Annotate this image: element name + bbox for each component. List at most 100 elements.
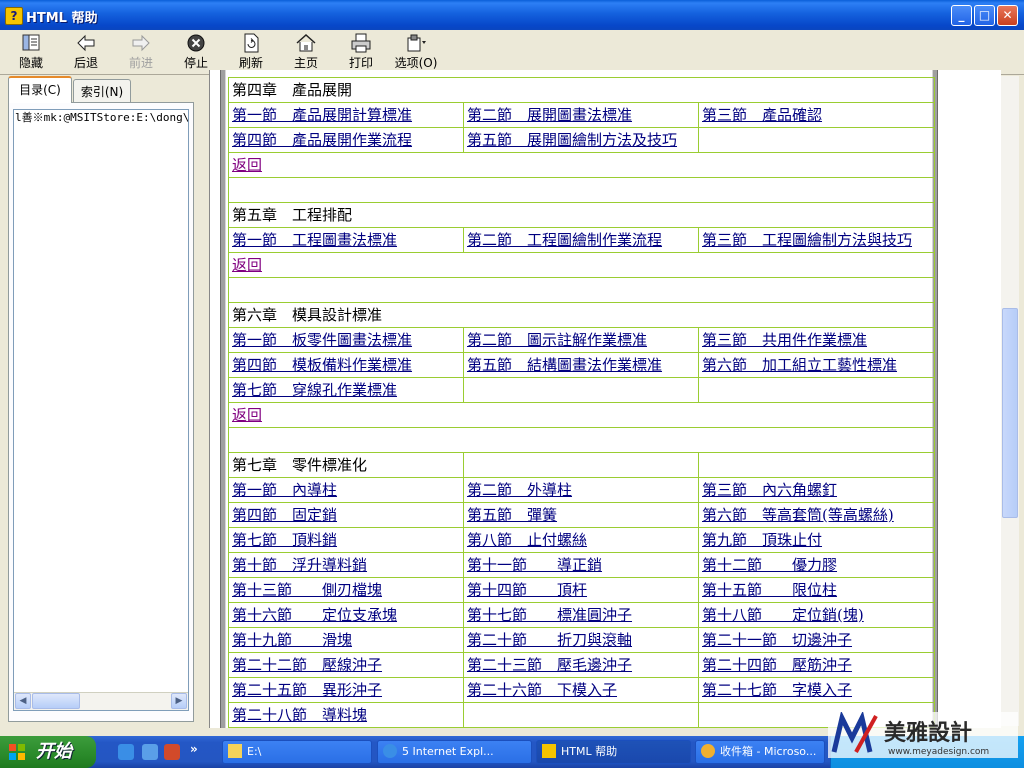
section-link[interactable]: 第十二節 優力膠 bbox=[697, 552, 936, 578]
section-link[interactable]: 第四節 固定銷 bbox=[228, 502, 464, 528]
section-link[interactable]: 第十一節 導正銷 bbox=[463, 552, 699, 578]
forward-label: 前进 bbox=[128, 56, 153, 70]
back-label: 后退 bbox=[73, 56, 98, 70]
section-link[interactable]: 第二十八節 導料塊 bbox=[228, 702, 464, 728]
horizontal-scrollbar[interactable]: ◀ ▶ bbox=[14, 692, 188, 710]
ie-quicklaunch-icon[interactable] bbox=[118, 744, 134, 760]
frame-border-left[interactable] bbox=[220, 70, 226, 728]
section-link[interactable]: 第二十四節 壓筋沖子 bbox=[697, 652, 936, 678]
start-label: 开始 bbox=[36, 741, 72, 762]
home-label: 主页 bbox=[293, 56, 318, 70]
back-link[interactable]: 返回 bbox=[227, 152, 936, 178]
section-link[interactable]: 第一節 工程圖畫法標准 bbox=[228, 227, 464, 253]
section-row: 第十三節 側刃檔塊 第十四節 頂杆 第十五節 限位柱 bbox=[228, 577, 936, 603]
print-label: 打印 bbox=[348, 56, 373, 70]
desktop-quicklaunch-icon[interactable] bbox=[142, 744, 158, 760]
stop-button[interactable]: 停止 bbox=[170, 33, 222, 71]
section-link[interactable]: 第五節 展開圖繪制方法及技巧 bbox=[463, 127, 699, 153]
print-button[interactable]: 打印 bbox=[335, 33, 387, 71]
back-link[interactable]: 返回 bbox=[227, 252, 936, 278]
empty-cell bbox=[463, 452, 699, 478]
media-quicklaunch-icon[interactable] bbox=[164, 744, 180, 760]
back-link[interactable]: 返回 bbox=[227, 402, 936, 428]
taskbar-item-explorer[interactable]: E:\ bbox=[222, 740, 372, 764]
taskbar-item-html-help[interactable]: HTML 帮助 bbox=[536, 740, 691, 764]
back-button[interactable]: 后退 bbox=[60, 33, 112, 71]
section-link[interactable]: 第二十節 折刀與滾軸 bbox=[463, 627, 699, 653]
folder-icon bbox=[228, 744, 242, 758]
maximize-button[interactable]: □ bbox=[974, 5, 995, 26]
taskbar-item-label: 收件箱 - Microso... bbox=[720, 745, 817, 758]
vertical-scroll-thumb[interactable] bbox=[1002, 308, 1018, 518]
taskbar-item-outlook[interactable]: 收件箱 - Microso... bbox=[695, 740, 825, 764]
tab-index[interactable]: 索引(N) bbox=[73, 79, 131, 102]
section-link[interactable]: 第一節 內導柱 bbox=[228, 477, 464, 503]
section-link[interactable]: 第二節 展開圖畫法標准 bbox=[463, 102, 699, 128]
section-link[interactable]: 第六節 加工組立工藝性標准 bbox=[697, 352, 936, 378]
section-link[interactable]: 第二十二節 壓線沖子 bbox=[228, 652, 464, 678]
section-link[interactable]: 第一節 產品展開計算標准 bbox=[228, 102, 464, 128]
home-button[interactable]: 主页 bbox=[280, 33, 332, 71]
section-link[interactable]: 第三節 共用件作業標准 bbox=[697, 327, 936, 353]
forward-arrow-icon bbox=[132, 34, 150, 52]
options-button[interactable]: 选项(O) bbox=[390, 33, 442, 71]
contents-panel: l善※mk:@MSITStore:E:\dong\快| ◀ ▶ bbox=[8, 102, 194, 722]
section-link[interactable]: 第二十一節 切邊沖子 bbox=[697, 627, 936, 653]
section-link[interactable]: 第十六節 定位支承塊 bbox=[228, 602, 464, 628]
section-link[interactable]: 第十三節 側刃檔塊 bbox=[228, 577, 464, 603]
chapter-table: 第四章 產品展開 第一節 產品展開計算標准 第二節 展開圖畫法標准 第三節 產品確認第… bbox=[227, 77, 936, 728]
section-link[interactable]: 第六節 等高套筒(等高螺絲) bbox=[697, 502, 936, 528]
pane-splitter[interactable] bbox=[197, 76, 209, 726]
section-link[interactable]: 第七節 頂料銷 bbox=[228, 527, 464, 553]
chapter-title: 第四章 產品展開 bbox=[227, 77, 936, 103]
watermark-brand: 美雅設計 bbox=[884, 720, 972, 746]
tab-contents[interactable]: 目录(C) bbox=[8, 76, 72, 103]
contents-tree[interactable]: l善※mk:@MSITStore:E:\dong\快| ◀ ▶ bbox=[13, 109, 189, 711]
options-label: 选项(O) bbox=[394, 56, 438, 70]
stop-label: 停止 bbox=[183, 56, 208, 70]
section-link[interactable]: 第四節 模板備料作業標准 bbox=[228, 352, 464, 378]
section-link[interactable]: 第二十七節 字模入子 bbox=[697, 677, 936, 703]
taskbar-item-label: HTML 帮助 bbox=[561, 745, 618, 758]
section-link[interactable]: 第十四節 頂杆 bbox=[463, 577, 699, 603]
section-link[interactable]: 第五節 結構圖畫法作業標准 bbox=[463, 352, 699, 378]
section-link[interactable]: 第二十五節 異形沖子 bbox=[228, 677, 464, 703]
section-link[interactable]: 第十九節 滑塊 bbox=[228, 627, 464, 653]
start-button[interactable]: 开始 bbox=[0, 736, 96, 768]
section-link[interactable]: 第三節 產品確認 bbox=[697, 102, 936, 128]
section-link[interactable]: 第二節 外導柱 bbox=[463, 477, 699, 503]
spacer-row bbox=[227, 177, 936, 203]
scroll-right-icon[interactable]: ▶ bbox=[171, 693, 187, 709]
section-link[interactable]: 第十節 浮升導料銷 bbox=[228, 552, 464, 578]
close-button[interactable]: ✕ bbox=[997, 5, 1018, 26]
forward-button[interactable]: 前进 bbox=[115, 33, 167, 71]
section-link[interactable]: 第十八節 定位銷(塊) bbox=[697, 602, 936, 628]
toolbar: 隐藏 后退 前进 停止 刷新 主页 打印 选项(O) bbox=[0, 30, 1024, 75]
hide-button[interactable]: 隐藏 bbox=[5, 33, 57, 71]
section-link[interactable]: 第一節 板零件圖畫法標准 bbox=[228, 327, 464, 353]
scroll-left-icon[interactable]: ◀ bbox=[15, 693, 31, 709]
section-link[interactable]: 第四節 產品展開作業流程 bbox=[228, 127, 464, 153]
section-link[interactable]: 第三節 工程圖繪制方法與技巧 bbox=[697, 227, 936, 253]
section-link[interactable]: 第五節 彈簧 bbox=[463, 502, 699, 528]
section-link[interactable]: 第二十三節 壓毛邊沖子 bbox=[463, 652, 699, 678]
chapter-title: 第七章 零件標准化 bbox=[228, 452, 464, 478]
tree-item[interactable]: l善※mk:@MSITStore:E:\dong\快| bbox=[14, 110, 188, 126]
section-link[interactable]: 第三節 內六角螺釘 bbox=[697, 477, 936, 503]
section-link[interactable]: 第七節 穿線孔作業標准 bbox=[228, 377, 464, 403]
section-link[interactable]: 第八節 止付螺絲 bbox=[463, 527, 699, 553]
refresh-button[interactable]: 刷新 bbox=[225, 33, 277, 71]
taskbar-item-ie[interactable]: 5 Internet Expl... bbox=[377, 740, 532, 764]
chapter-title-row: 第五章 工程排配 bbox=[227, 202, 936, 228]
section-link[interactable]: 第九節 頂珠止付 bbox=[697, 527, 936, 553]
section-link[interactable]: 第二十六節 下模入子 bbox=[463, 677, 699, 703]
chevron-right-icon[interactable]: » bbox=[190, 742, 206, 758]
minimize-button[interactable]: _ bbox=[951, 5, 972, 26]
section-link[interactable]: 第二節 圖示註解作業標准 bbox=[463, 327, 699, 353]
chapter-title: 第六章 模具設計標准 bbox=[227, 302, 936, 328]
section-link[interactable]: 第二節 工程圖繪制作業流程 bbox=[463, 227, 699, 253]
scroll-thumb[interactable] bbox=[32, 693, 80, 709]
section-link[interactable]: 第十七節 標准圓沖子 bbox=[463, 602, 699, 628]
section-link[interactable]: 第十五節 限位柱 bbox=[697, 577, 936, 603]
vertical-scrollbar[interactable] bbox=[1001, 76, 1019, 726]
